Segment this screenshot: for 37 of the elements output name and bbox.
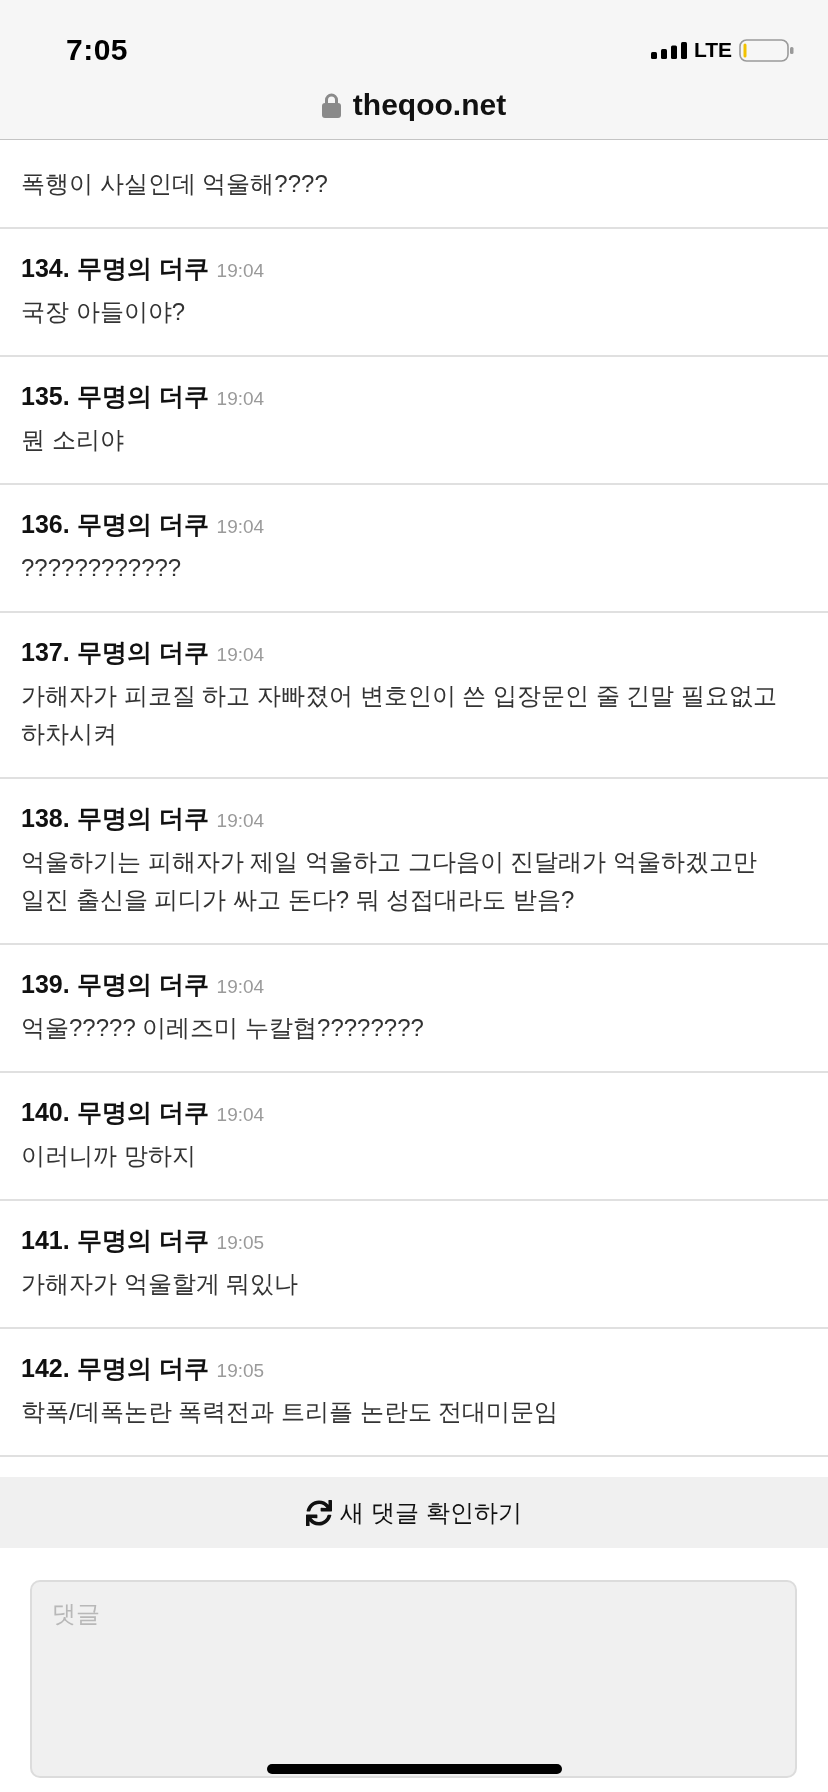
comment-author: 135. 무명의 더쿠: [21, 381, 209, 412]
comment-time: 19:04: [216, 810, 265, 832]
comment-author: 136. 무명의 더쿠: [21, 509, 209, 540]
comment-author: 139. 무명의 더쿠: [21, 969, 209, 1000]
comment-text: ????????????: [21, 553, 183, 583]
comment-time: 19:05: [216, 1232, 265, 1254]
refresh-button[interactable]: 새 댓글 확인하기: [0, 1477, 828, 1548]
comment-text: 폭행이 사실인데 억울해????: [21, 169, 329, 199]
comment-text: 뭔 소리야: [21, 425, 125, 455]
comment-text: 가해자가 억울할게 뭐있나: [21, 1269, 300, 1299]
comment-author: 138. 무명의 더쿠: [21, 803, 209, 834]
comment-author: 137. 무명의 더쿠: [21, 637, 209, 668]
comment-text: 가해자가 피코질 하고 자빠졌어 변호인이 쓴 입장문인 줄 긴말 필요없고 하차시켜: [21, 681, 778, 749]
comment-text: 이러니까 망하지: [21, 1141, 197, 1171]
network-label: LTE: [693, 38, 732, 62]
signal-icon: [650, 41, 687, 59]
lock-icon: [321, 92, 341, 118]
comment-time: 19:04: [216, 516, 265, 538]
battery-icon: [739, 38, 794, 62]
status-time: 7:05: [66, 33, 129, 67]
comment-time: 19:04: [216, 260, 265, 282]
comment-time: 19:04: [216, 388, 265, 410]
comment-author: 142. 무명의 더쿠: [21, 1353, 209, 1384]
comment-author: 134. 무명의 더쿠: [21, 253, 209, 284]
comment-text: 억울하기는 피해자가 제일 억울하고 그다음이 진달래가 억울하겠고만 일진 출신을 피디가 싸고 돈다? 뭐 성접대라도 받음?: [21, 847, 758, 915]
comment-time: 19:04: [216, 1104, 265, 1126]
comment-author: 141. 무명의 더쿠: [21, 1225, 209, 1256]
comment-author: 140. 무명의 더쿠: [21, 1097, 209, 1128]
comment-text: 국장 아들이야?: [21, 297, 186, 327]
comment-time: 19:04: [216, 644, 265, 666]
refresh-icon: [306, 1499, 333, 1526]
comment-text: 억울????? 이레즈미 누칼협????????: [21, 1013, 425, 1043]
url-text[interactable]: theqoo.net: [352, 88, 507, 122]
comment-field[interactable]: 댓글: [30, 1580, 797, 1778]
comment-time: 19:04: [216, 976, 265, 998]
comment-text: 학폭/데폭논란 폭력전과 트리플 논란도 전대미문임: [21, 1397, 560, 1427]
comment-time: 19:05: [216, 1360, 265, 1382]
